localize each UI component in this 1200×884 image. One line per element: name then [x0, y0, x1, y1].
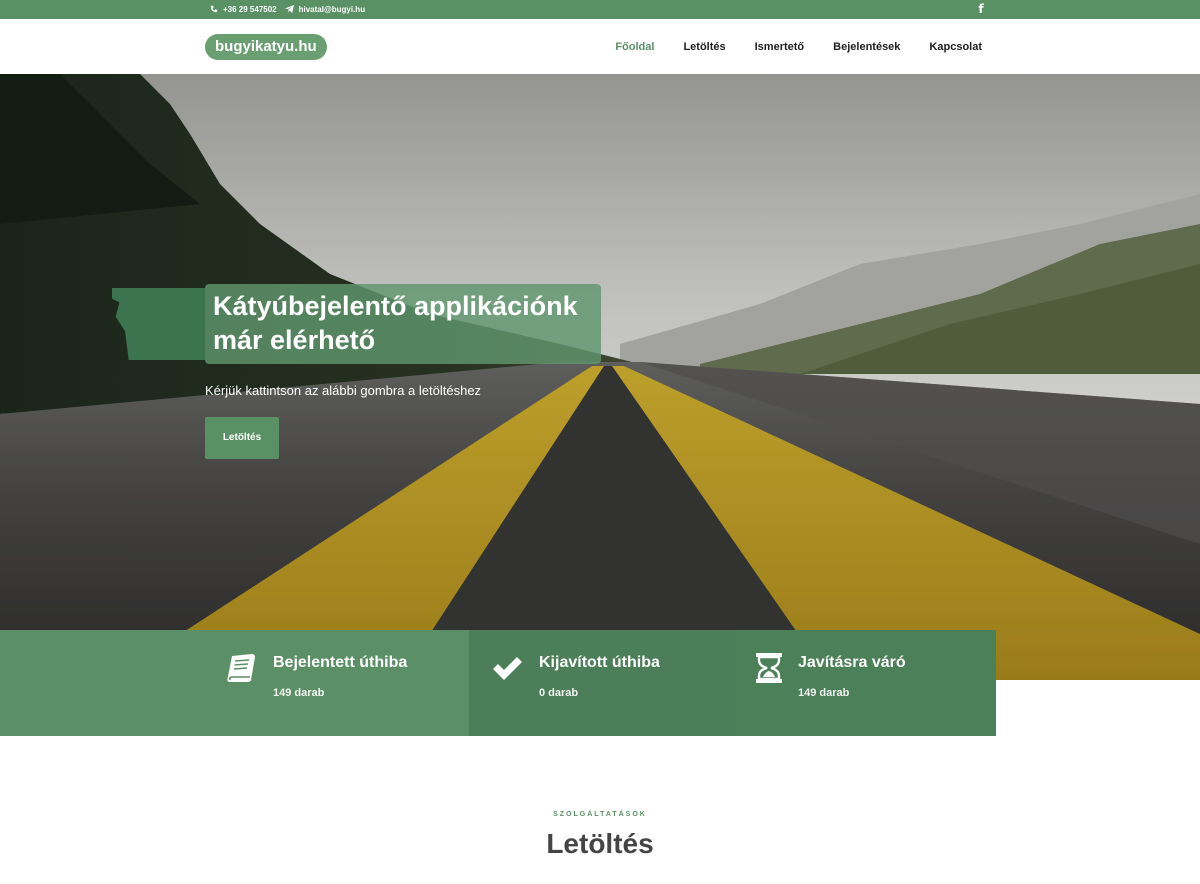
- email-contact[interactable]: hivatal@bugyi.hu: [284, 4, 366, 15]
- hourglass-icon: [751, 650, 787, 686]
- stat-title: Javításra váró: [798, 654, 906, 671]
- contact-info: +36 29 547502 hivatal@bugyi.hu: [210, 0, 365, 19]
- stat-count: 149 darab: [273, 687, 325, 699]
- site-header: bugyikatyu.hu Főoldal Letöltés Ismertető…: [0, 19, 1200, 74]
- nav-item-ismerteto[interactable]: Ismertető: [755, 41, 805, 53]
- site-logo[interactable]: bugyikatyu.hu: [205, 34, 327, 60]
- phone-number: +36 29 547502: [223, 5, 277, 14]
- services-title: Letöltés: [546, 828, 654, 859]
- stat-title: Bejelentett úthiba: [273, 654, 408, 671]
- nav-item-bejelentesek[interactable]: Bejelentések: [833, 41, 900, 53]
- hero-section: Kátyúbejelentő applikációnk már elérhető…: [0, 74, 1200, 680]
- download-button[interactable]: Letöltés: [205, 417, 279, 459]
- book-icon: [224, 650, 260, 686]
- top-bar: +36 29 547502 hivatal@bugyi.hu f: [0, 0, 1200, 19]
- hero-headline: Kátyúbejelentő applikációnk már elérhető: [213, 291, 578, 355]
- phone-contact[interactable]: +36 29 547502: [210, 5, 277, 15]
- stat-title: Kijavított úthiba: [539, 654, 660, 671]
- send-icon: [284, 4, 294, 15]
- facebook-icon[interactable]: f: [975, 1, 987, 17]
- stat-reported: Bejelentett úthiba 149 darab: [0, 630, 469, 736]
- services-kicker: SZOLGÁLTATÁSOK: [553, 811, 647, 818]
- hero-headline-box: Kátyúbejelentő applikációnk már elérhető: [205, 284, 601, 364]
- stat-pending: Javításra váró 149 darab: [732, 630, 996, 736]
- nav-item-letoltes[interactable]: Letöltés: [683, 41, 725, 53]
- stat-count: 0 darab: [539, 687, 579, 699]
- hero-subtitle: Kérjük kattintson az alábbi gombra a let…: [205, 383, 482, 398]
- stat-count: 149 darab: [798, 687, 850, 699]
- phone-icon: [210, 5, 218, 15]
- hero-road-image: [0, 74, 1200, 680]
- nav-item-fooldal[interactable]: Főoldal: [615, 41, 654, 53]
- stats-strip: Bejelentett úthiba 149 darab Kijavított …: [0, 630, 996, 736]
- stat-fixed: Kijavított úthiba 0 darab: [469, 630, 732, 736]
- nav-item-kapcsolat[interactable]: Kapcsolat: [929, 41, 982, 53]
- main-nav: Főoldal Letöltés Ismertető Bejelentések …: [615, 19, 982, 74]
- checkmark-icon: [489, 650, 525, 686]
- email-address: hivatal@bugyi.hu: [298, 5, 366, 14]
